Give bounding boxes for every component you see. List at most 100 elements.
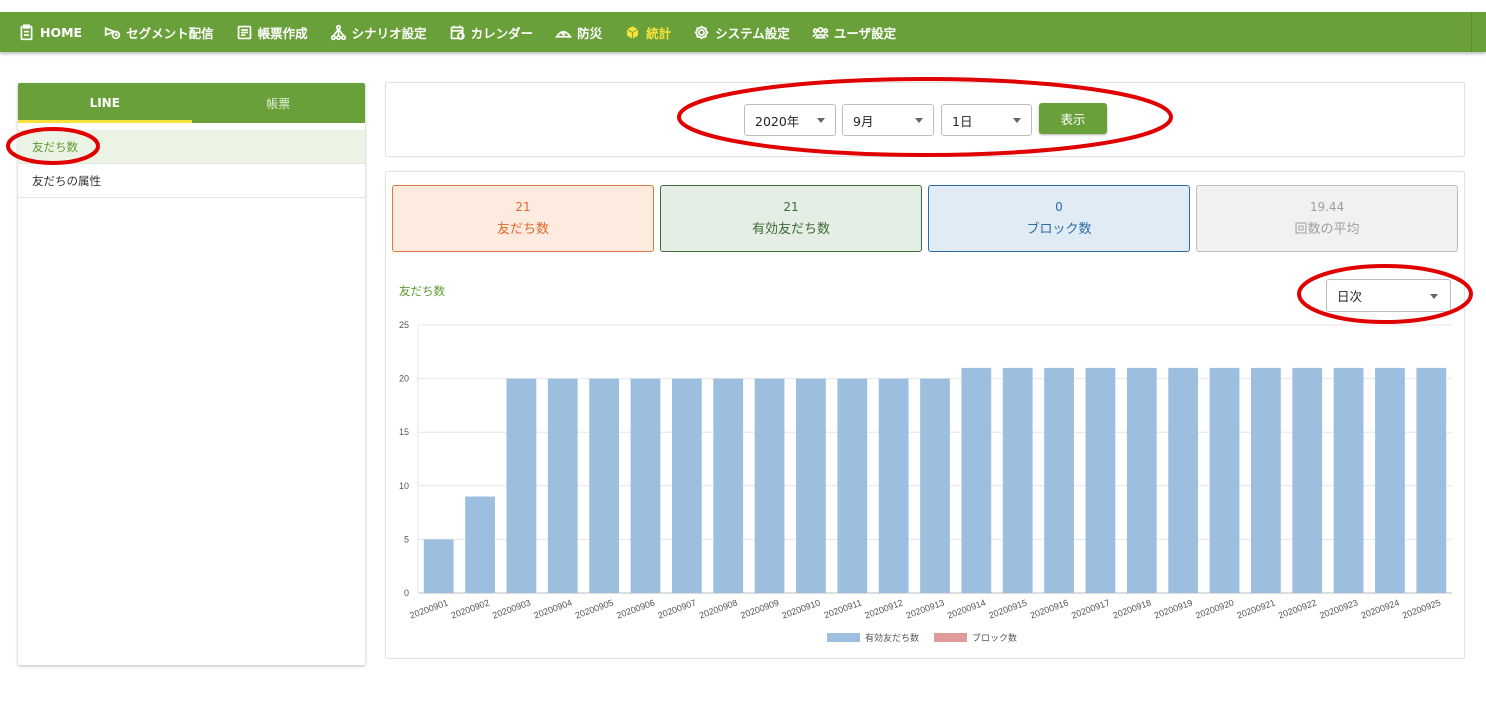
y-tick-label: 15 (399, 427, 409, 437)
x-tick-label: 20200915 (987, 597, 1028, 620)
x-tick-label: 20200912 (863, 597, 904, 620)
bar (423, 539, 454, 593)
x-tick-label: 20200914 (946, 597, 987, 620)
calendar-icon (450, 25, 465, 40)
bar (630, 378, 661, 593)
nav-segment-delivery[interactable]: セグメント配信 (104, 23, 214, 42)
nav-divider (1471, 12, 1472, 52)
bar (1209, 367, 1240, 593)
day-select-value: 1日 (952, 113, 973, 129)
x-tick-label: 20200920 (1194, 597, 1235, 620)
y-tick-label: 0 (404, 588, 409, 598)
nav-calendar[interactable]: カレンダー (449, 23, 534, 42)
y-tick-label: 25 (399, 320, 409, 330)
nav-system-settings[interactable]: システム設定 (693, 23, 790, 42)
clipboard-icon (20, 23, 33, 40)
chevron-down-icon (1013, 118, 1021, 123)
bar (754, 378, 785, 593)
x-tick-label: 20200921 (1236, 597, 1277, 620)
bar (1333, 367, 1364, 593)
bar (713, 378, 744, 593)
send-clock-icon (104, 26, 121, 39)
month-select-value: 9月 (853, 113, 874, 129)
x-tick-label: 20200901 (408, 597, 449, 620)
bar-chart: 051015202520200901 20200902 20200903 202009… (399, 320, 1452, 644)
x-tick-label: 20200917 (1070, 597, 1111, 620)
bar (1002, 367, 1033, 593)
x-tick-label: 20200925 (1401, 597, 1442, 620)
chevron-down-icon (915, 118, 923, 123)
x-tick-label: 20200906 (615, 597, 656, 620)
scenario-icon (330, 24, 346, 40)
year-select[interactable]: 2020年 (744, 104, 836, 136)
y-tick-label: 20 (399, 374, 409, 384)
nav-label: ユーザ設定 (833, 25, 897, 41)
users-icon (811, 26, 829, 38)
sidebar-item-friend-attributes[interactable]: 友だちの属性 (18, 164, 365, 198)
day-select[interactable]: 1日 (941, 104, 1032, 136)
month-select[interactable]: 9月 (842, 104, 934, 136)
gear-icon (694, 25, 709, 39)
x-tick-label: 20200924 (1360, 597, 1401, 620)
bar (837, 378, 868, 593)
x-tick-label: 20200916 (1029, 597, 1070, 620)
show-button[interactable]: 表示 (1039, 103, 1107, 134)
sidebar-panel: LINE 帳票 友だち数 友だちの属性 (18, 83, 365, 665)
nav-statistics[interactable]: 統計 (624, 23, 671, 42)
nav-label: セグメント配信 (126, 25, 214, 41)
tab-line[interactable]: LINE (18, 83, 192, 123)
bar (961, 367, 992, 593)
x-tick-label: 20200911 (823, 597, 863, 620)
x-tick-label: 20200909 (739, 597, 780, 620)
bar (1085, 367, 1116, 593)
x-tick-label: 20200910 (781, 597, 822, 620)
tab-forms[interactable]: 帳票 (192, 83, 366, 123)
bar (1168, 367, 1199, 593)
legend-label: ブロック数 (972, 632, 1017, 644)
bar (1044, 367, 1074, 593)
x-tick-label: 20200918 (1111, 597, 1152, 620)
bar (1375, 367, 1405, 593)
bar (589, 378, 620, 593)
form-icon (237, 25, 251, 39)
legend-label: 有効友だち数 (865, 632, 919, 644)
y-tick-label: 10 (399, 481, 409, 491)
x-tick-label: 20200902 (450, 597, 491, 620)
nav-label: 統計 (646, 25, 672, 41)
nav-label: 防災 (577, 25, 603, 41)
nav-scenario[interactable]: シナリオ設定 (330, 23, 427, 42)
x-tick-label: 20200903 (491, 597, 532, 620)
nav-label: シナリオ設定 (351, 25, 427, 41)
x-tick-label: 20200923 (1318, 597, 1359, 620)
bar (465, 496, 495, 593)
chevron-down-icon (817, 118, 825, 123)
bar (1416, 367, 1447, 593)
x-tick-label: 20200907 (656, 597, 697, 620)
year-select-value: 2020年 (755, 113, 800, 129)
legend-swatch (827, 633, 860, 642)
y-tick-label: 5 (404, 534, 409, 544)
statistics-card: 21 友だち数 21 有効友だち数 0 ブロック数 19.44 回数の平均 友だ… (385, 171, 1465, 659)
legend-swatch (934, 633, 967, 642)
x-tick-label: 20200922 (1277, 597, 1318, 620)
sidebar-item-friend-count[interactable]: 友だち数 (18, 130, 365, 164)
top-nav: HOME セグメント配信 帳票作成 シナリオ設定 カレンダー 防災 統計 システ… (0, 12, 1486, 52)
disaster-icon (555, 30, 573, 38)
date-filter-card: 2020年 9月 1日 表示 (385, 82, 1465, 157)
bar (796, 378, 826, 593)
x-tick-label: 20200904 (532, 597, 573, 620)
nav-label: カレンダー (470, 25, 534, 41)
sidebar-tabs: LINE 帳票 (18, 83, 365, 123)
bar (920, 378, 950, 593)
nav-disaster[interactable]: 防災 (555, 23, 602, 42)
bar (1250, 367, 1281, 593)
nav-home[interactable]: HOME (18, 23, 82, 41)
bar (1292, 367, 1323, 593)
nav-user-settings[interactable]: ユーザ設定 (811, 23, 897, 42)
nav-form-create[interactable]: 帳票作成 (236, 23, 308, 42)
x-tick-label: 20200919 (1153, 597, 1194, 620)
bar (878, 378, 909, 593)
bar (506, 378, 537, 593)
x-tick-label: 20200905 (574, 597, 615, 620)
nav-label: 帳票作成 (257, 25, 308, 41)
